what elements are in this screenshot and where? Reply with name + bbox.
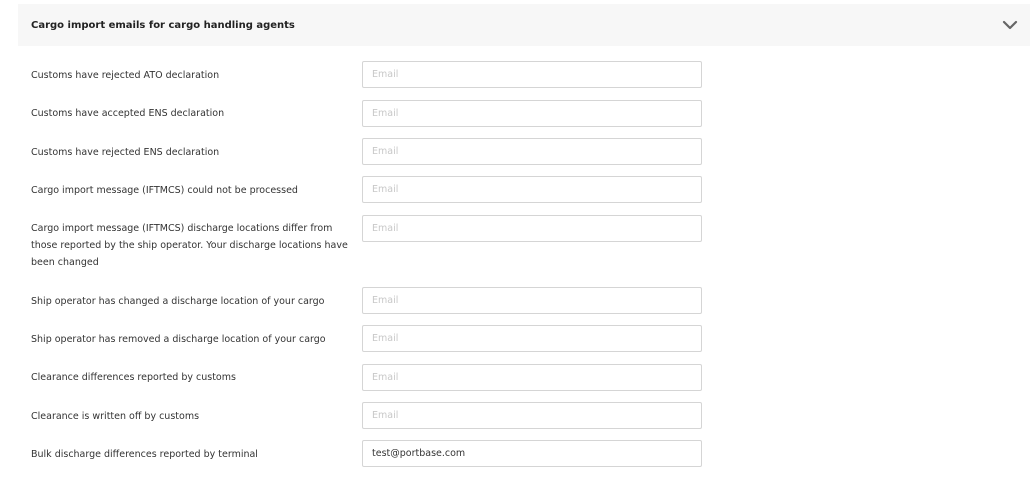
row-label-iftmcs-not-processed: Cargo import message (IFTMCS) could not … <box>31 185 298 196</box>
email-input-ens-rejected[interactable] <box>362 138 702 165</box>
email-input-location-removed[interactable] <box>362 325 702 352</box>
email-input-bulk-discharge-differences[interactable] <box>362 440 702 467</box>
email-input-iftmcs-locations-differ[interactable] <box>362 215 702 242</box>
email-input-clearance-written-off[interactable] <box>362 402 702 429</box>
row-label-location-changed: Ship operator has changed a discharge lo… <box>31 296 325 307</box>
email-input-ens-accepted[interactable] <box>362 100 702 127</box>
email-settings-form: Customs have rejected ATO declaration Cu… <box>0 0 1030 479</box>
row-label-iftmcs-locations-differ: Cargo import message (IFTMCS) discharge … <box>31 223 348 268</box>
row-label-clearance-differences: Clearance differences reported by custom… <box>31 372 236 383</box>
email-input-clearance-differences[interactable] <box>362 364 702 391</box>
row-label-location-removed: Ship operator has removed a discharge lo… <box>31 334 326 345</box>
row-label-ens-accepted: Customs have accepted ENS declaration <box>31 108 225 119</box>
email-input-ato-rejected[interactable] <box>362 61 702 88</box>
email-input-location-changed[interactable] <box>362 287 702 314</box>
row-label-clearance-written-off: Clearance is written off by customs <box>31 411 200 422</box>
row-label-ato-rejected: Customs have rejected ATO declaration <box>31 70 220 81</box>
row-label-bulk-discharge-differences: Bulk discharge differences reported by t… <box>31 449 258 460</box>
email-input-iftmcs-not-processed[interactable] <box>362 176 702 203</box>
row-label-ens-rejected: Customs have rejected ENS declaration <box>31 147 220 158</box>
